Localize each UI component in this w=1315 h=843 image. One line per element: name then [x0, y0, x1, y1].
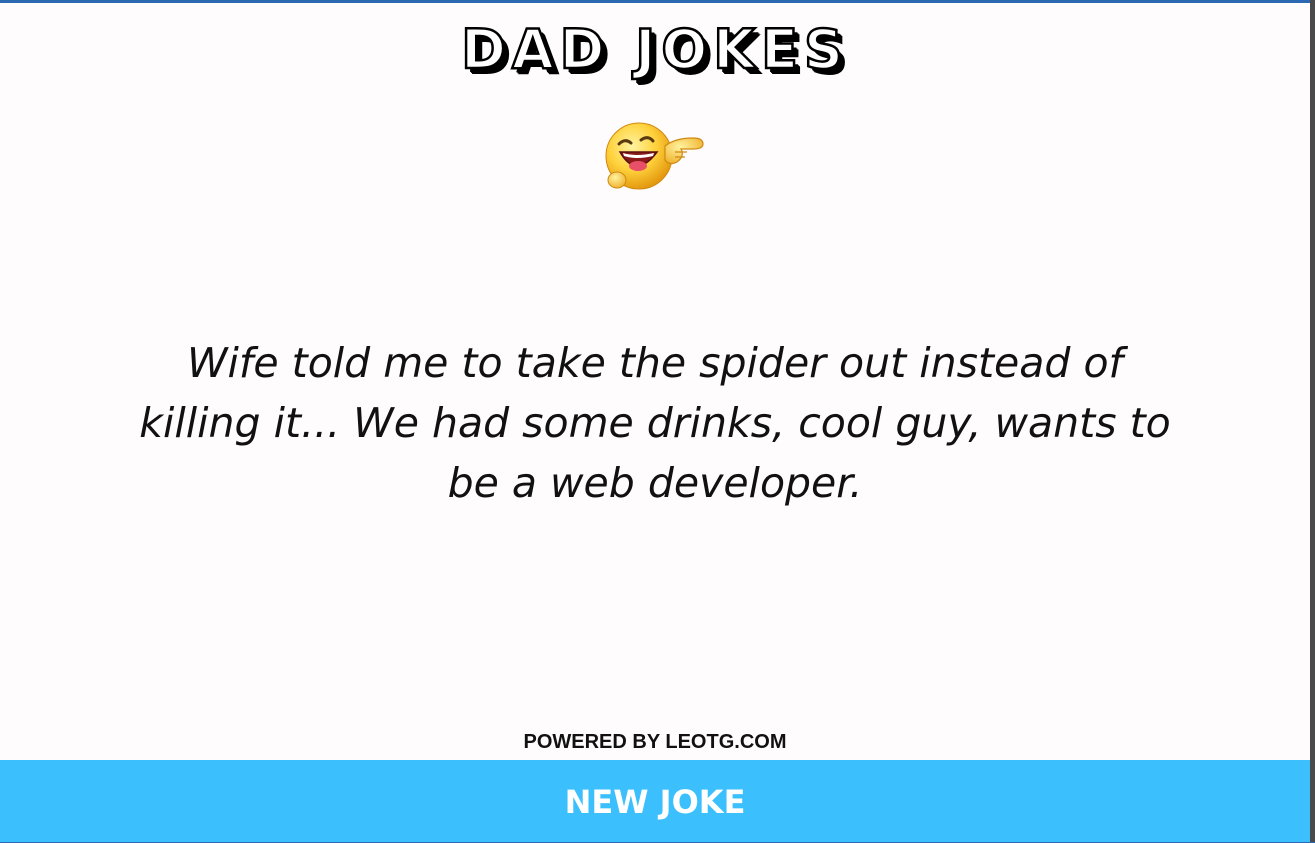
- powered-by-credit: POWERED BY LEOTG.COM: [523, 731, 787, 753]
- new-joke-button[interactable]: NEW JOKE: [0, 760, 1310, 842]
- window-edge: [1310, 0, 1315, 842]
- page-title: DAD JOKES: [460, 17, 849, 83]
- joke-text: Wife told me to take the spider out inst…: [139, 339, 1171, 507]
- laughing-pointing-emoji-icon: [605, 122, 704, 190]
- app-container: DAD JOKES Wife told me to take the spide…: [0, 3, 1310, 842]
